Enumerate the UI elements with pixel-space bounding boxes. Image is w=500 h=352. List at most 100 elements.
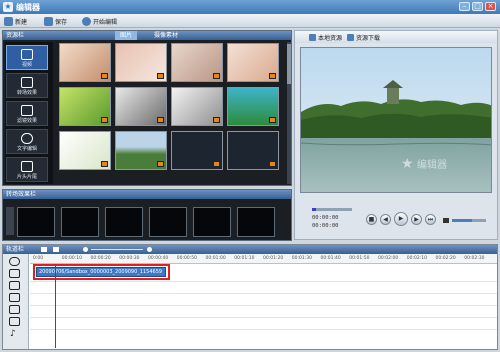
media-thumbnail[interactable] (171, 131, 223, 170)
new-button[interactable]: 新建 (4, 16, 27, 26)
video-preview-screen[interactable]: ★ 编辑器 (300, 47, 492, 193)
ruler-tick-label: 00:02:00 (378, 256, 399, 261)
filter-icon (21, 105, 33, 116)
new-file-icon (4, 16, 13, 26)
ruler-tick-label: 00:01:20 (263, 256, 284, 261)
preview-panel: 本地资源 资源下载 ★ 编辑器 00:00:00 00:00:00 ■ ◀ ▶ … (294, 30, 498, 240)
text-icon (21, 133, 33, 144)
playhead[interactable] (55, 264, 56, 348)
transition-slot[interactable] (17, 207, 55, 237)
transition-slot[interactable] (149, 207, 187, 237)
text-track-icon (9, 305, 20, 314)
video-track-icon (9, 269, 20, 278)
clip-highlight-box (33, 264, 170, 280)
transition-slot[interactable] (105, 207, 143, 237)
watermark: 编辑器 (417, 158, 447, 171)
skip-end-button[interactable]: ⏭ (425, 214, 436, 225)
tab-images[interactable]: 图片 (115, 31, 138, 40)
save-button[interactable]: 保存 (44, 16, 67, 26)
delete-icon[interactable] (53, 247, 59, 252)
volume-icon[interactable] (443, 218, 449, 223)
download-icon (347, 33, 354, 41)
cut-icon[interactable] (41, 247, 47, 252)
play-button[interactable]: ▶ (394, 212, 408, 226)
ruler-tick-label: 00:01:30 (291, 256, 312, 261)
resource-download-button[interactable]: 资源下载 (347, 33, 380, 42)
media-thumbnail[interactable] (227, 87, 279, 126)
lake-pagoda-scene: ★ 编辑器 (301, 48, 491, 192)
badge-icon (157, 73, 164, 79)
ruler-tick-label: 00:02:30 (464, 256, 485, 261)
media-thumbnail[interactable] (171, 43, 223, 82)
transitions-header: 转场效果栏 (3, 190, 291, 199)
badge-icon (157, 117, 164, 123)
badge-icon (269, 161, 276, 167)
sidebar-item-transitions[interactable]: 转场效果 (6, 73, 48, 98)
media-thumbnail[interactable] (115, 87, 167, 126)
badge-icon (157, 161, 164, 167)
total-time: 00:00:00 (312, 223, 339, 229)
next-frame-button[interactable]: ▶ (411, 214, 422, 225)
media-thumbnail[interactable] (59, 87, 111, 126)
transition-icon (21, 77, 33, 88)
sidebar-item-filters[interactable]: 滤镜效果 (6, 101, 48, 126)
ruler-tick-label: 00:00:30 (119, 256, 140, 261)
ruler-tick-label: 00:02:10 (406, 256, 427, 261)
save-icon (44, 16, 53, 26)
media-thumbnail[interactable] (115, 43, 167, 82)
badge-icon (269, 73, 276, 79)
overlay-track-icon (9, 293, 20, 302)
close-button[interactable]: × (485, 2, 496, 11)
app-title: 编辑器 (16, 3, 40, 12)
track-divider (30, 293, 497, 294)
svg-text:★: ★ (401, 156, 414, 172)
minimize-button[interactable]: – (459, 2, 470, 11)
folder-icon (309, 33, 316, 41)
clapper-icon (21, 161, 33, 172)
progress-fill (312, 208, 316, 211)
start-edit-button[interactable]: 开始编辑 (82, 16, 117, 26)
library-scroll-thumb[interactable] (287, 44, 291, 84)
media-thumbnail[interactable] (59, 43, 111, 82)
badge-icon (101, 161, 108, 167)
transition-slot[interactable] (193, 207, 231, 237)
ruler-tick-label: 00:00:40 (148, 256, 169, 261)
ruler-tick-label: 00:01:00 (205, 256, 226, 261)
playback-controls: 00:00:00 00:00:00 ■ ◀ ▶ ▶ ⏭ (300, 197, 492, 237)
badge-icon (213, 117, 220, 123)
scroll-left-button[interactable] (6, 207, 14, 235)
zoom-in-icon[interactable] (147, 247, 152, 252)
badge-icon (101, 117, 108, 123)
tab-camera-footage[interactable]: 摄像素材 (149, 31, 183, 40)
track-divider (30, 281, 497, 282)
media-thumbnail[interactable] (227, 131, 279, 170)
zoom-out-icon[interactable] (83, 247, 88, 252)
stop-button[interactable]: ■ (366, 214, 377, 225)
film-icon (21, 49, 33, 60)
maximize-button[interactable]: □ (472, 2, 483, 11)
start-icon (82, 16, 91, 26)
ruler-tick-label: 00:01:40 (320, 256, 341, 261)
media-thumbnail[interactable] (59, 131, 111, 170)
transition-slot[interactable] (237, 207, 275, 237)
media-thumbnail[interactable] (171, 87, 223, 126)
ruler-tick-label: 00:02:20 (435, 256, 456, 261)
sidebar-item-video[interactable]: 视频 (6, 45, 48, 70)
media-thumbnail[interactable] (115, 131, 167, 170)
prev-frame-button[interactable]: ◀ (380, 214, 391, 225)
track-divider (30, 329, 497, 330)
tab-video[interactable] (91, 31, 101, 40)
media-thumbnail[interactable] (227, 43, 279, 82)
sidebar-item-text[interactable]: 文字编辑 (6, 129, 48, 154)
title-bar (0, 0, 500, 14)
resource-library-panel: 资源栏 图片 摄像素材 视频 转场效果 滤镜效果 文字编辑 片头片尾 (2, 30, 292, 186)
current-time: 00:00:00 (312, 215, 339, 221)
ruler-tick-label: 00:00:20 (90, 256, 111, 261)
track-divider (30, 317, 497, 318)
zoom-slider[interactable] (91, 249, 143, 250)
sidebar-item-intro-outro[interactable]: 片头片尾 (6, 157, 48, 182)
transition-slot[interactable] (61, 207, 99, 237)
ruler-tick-label: 00:00:10 (61, 256, 82, 261)
local-resources-button[interactable]: 本地资源 (309, 33, 342, 42)
progress-track[interactable] (312, 208, 352, 211)
